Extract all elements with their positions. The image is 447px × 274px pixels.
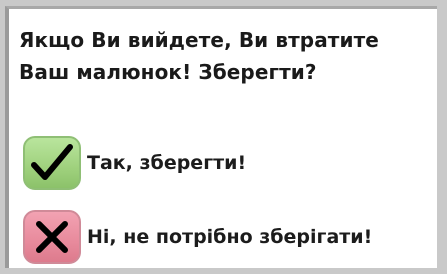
dialog-message: Якщо Ви вийдете, Ви втратите Ваш малюнок… [19,28,379,84]
save-confirmation-dialog: Якщо Ви вийдете, Ви втратите Ваш малюнок… [5,6,437,268]
save-no-label: Ні, не потрібно зберігати! [87,226,373,248]
checkmark-icon [23,136,81,190]
cross-icon [23,210,81,264]
save-yes-button[interactable]: Так, зберегти! [23,135,433,191]
save-no-button[interactable]: Ні, не потрібно зберігати! [23,209,433,265]
save-yes-label: Так, зберегти! [87,152,247,174]
